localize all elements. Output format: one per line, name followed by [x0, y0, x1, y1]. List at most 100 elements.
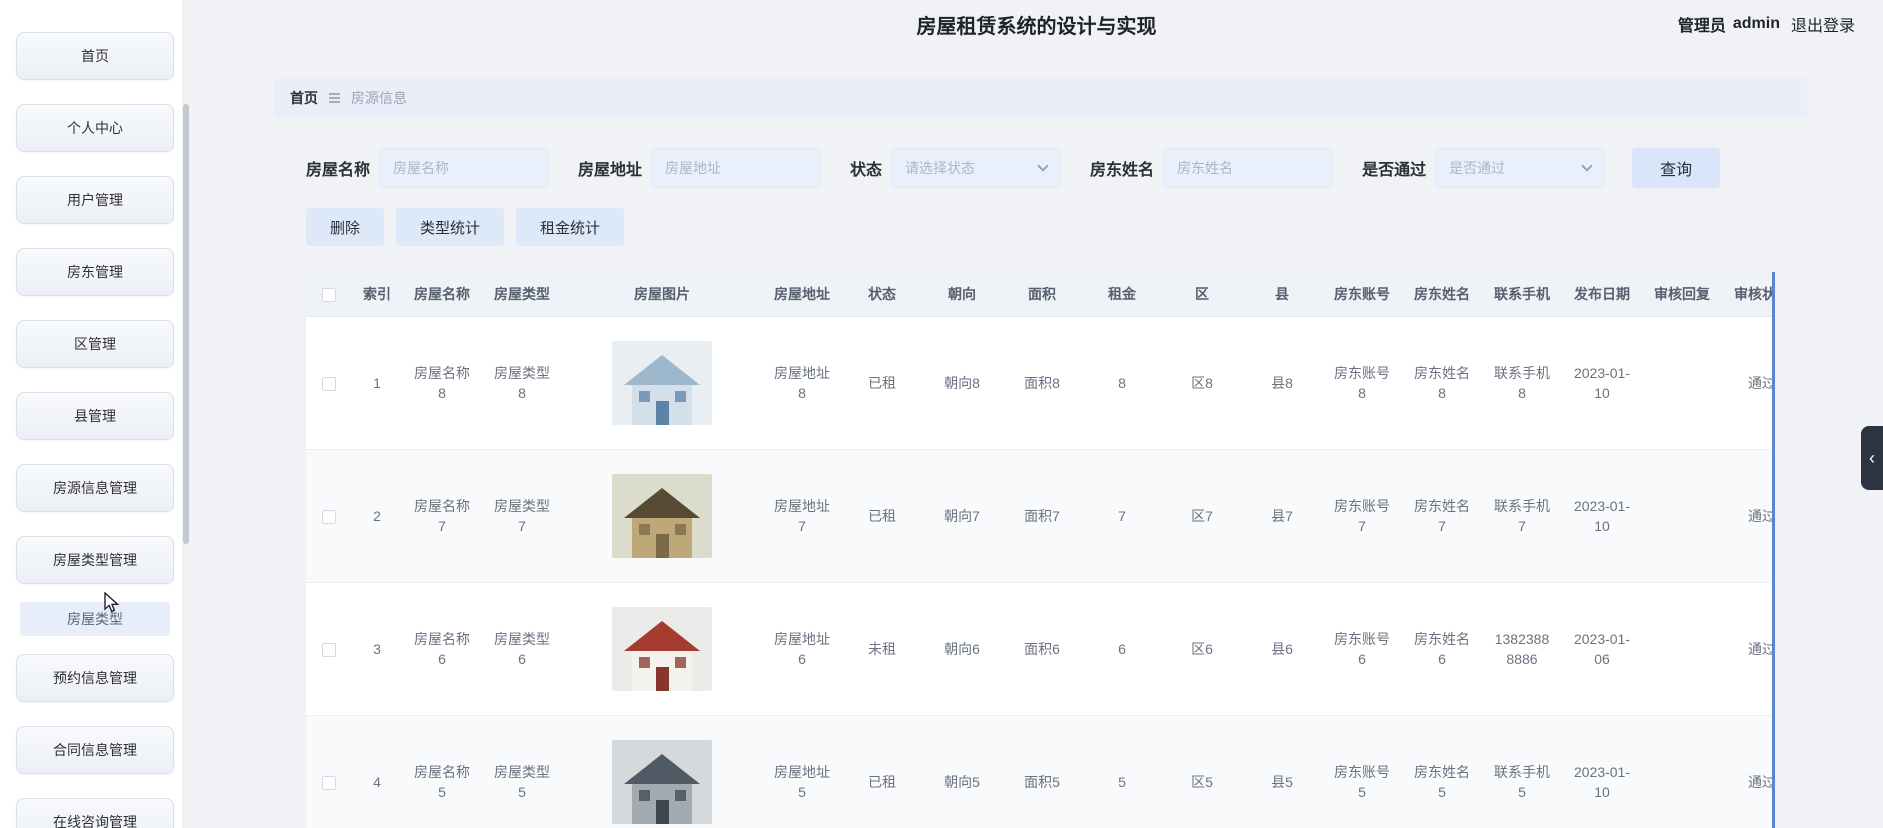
cell-county: 县5 — [1242, 715, 1322, 828]
cell-audit: 通过 — [1722, 582, 1775, 716]
sidebar: 首页个人中心用户管理房东管理区管理县管理房源信息管理 房屋类型管理房屋类型预约信息… — [0, 0, 190, 828]
row-select-cell — [306, 715, 352, 828]
house-name-input[interactable] — [380, 148, 549, 188]
breadcrumb: 首页 房源信息 — [274, 78, 1807, 118]
search-button[interactable]: 查询 — [1632, 148, 1721, 188]
username: admin — [1732, 15, 1780, 32]
breadcrumb-home[interactable]: 首页 — [290, 88, 318, 108]
cell-index: 1 — [352, 316, 402, 450]
sidebar-item[interactable]: 用户管理 — [16, 176, 174, 224]
panel-collapse-handle[interactable]: ‹ — [1861, 426, 1883, 490]
table-row: 2 房屋名称7 房屋类型7 房屋地址7 已租 朝向7 面积7 7 区7 县7 房东账号7 房东姓名7 联… — [306, 449, 1775, 583]
sidebar-scrollbar[interactable] — [182, 0, 190, 828]
sidebar-item[interactable]: 房东管理 — [16, 248, 174, 296]
page-title: 房屋租赁系统的设计与实现 — [916, 15, 1157, 38]
cell-name: 房屋名称7 — [402, 449, 482, 583]
column-header: 状态 — [842, 272, 922, 317]
filter-group-house-address: 房屋地址 — [578, 148, 821, 188]
content: 首页 房源信息 房屋名称 房屋地址 状态 — [274, 78, 1807, 828]
filter-group-house-name: 房屋名称 — [306, 148, 549, 188]
column-header: 房东账号 — [1322, 272, 1402, 317]
pass-select[interactable]: 是否通过 — [1436, 148, 1605, 188]
status-select[interactable]: 请选择状态 — [892, 148, 1061, 188]
cell-index: 3 — [352, 582, 402, 716]
cell-audit: 通过 — [1722, 316, 1775, 450]
rent-stats-button[interactable]: 租金统计 — [516, 208, 625, 246]
cell-district: 区5 — [1162, 715, 1242, 828]
table-body: 1 房屋名称8 房屋类型8 房屋地址8 已租 朝向8 面积8 8 区8 县8 房东账号8 房东姓名8 联… — [306, 316, 1775, 828]
sidebar-subitem-active[interactable]: 房屋类型 — [20, 602, 170, 636]
logout-link[interactable]: 退出登录 — [1791, 12, 1855, 36]
content-inner: 房屋名称 房屋地址 状态 请选择状态 — [306, 148, 1775, 828]
cell-orientation: 朝向5 — [922, 715, 1002, 828]
cell-account: 房东账号6 — [1322, 582, 1402, 716]
landlord-name-label: 房东姓名 — [1090, 162, 1155, 179]
row-select-cell — [306, 582, 352, 716]
breadcrumb-current: 房源信息 — [351, 90, 407, 106]
cell-status: 已租 — [842, 449, 922, 583]
row-select-cell — [306, 316, 352, 450]
cell-area: 面积8 — [1002, 316, 1082, 450]
cell-orientation: 朝向8 — [922, 316, 1002, 450]
cell-district: 区8 — [1162, 316, 1242, 450]
main-area: 房屋租赁系统的设计与实现 管理员 admin 退出登录 首页 房源信息 房屋名称 — [190, 0, 1883, 828]
landlord-name-input[interactable] — [1164, 148, 1333, 188]
sidebar-nav: 首页个人中心用户管理房东管理区管理县管理房源信息管理 房屋类型管理房屋类型预约信息… — [0, 0, 190, 828]
house-image — [612, 473, 712, 558]
table-row: 4 房屋名称5 房屋类型5 房屋地址5 已租 朝向5 面积5 5 区5 县5 房东账号5 房东姓名5 联… — [306, 715, 1775, 828]
app: 首页 个人中心 用户管理 房东管理 区管理 县管理 房源信息管理 房屋类型管理 房屋类型 预约信息… — [0, 0, 1883, 828]
sidebar-item[interactable]: 在线咨询管理 — [16, 798, 174, 828]
table-container: 索引 房屋名称 房屋类型 房屋图片 房屋地址 状态 朝向 面积 租金区县房东账号 房东姓名 联系手机… — [306, 272, 1775, 828]
sidebar-scrollbar-thumb[interactable] — [183, 104, 189, 544]
sidebar-item[interactable]: 合同信息管理 — [16, 726, 174, 774]
row-checkbox[interactable] — [322, 642, 336, 657]
cell-area: 面积7 — [1002, 449, 1082, 583]
filter-group-status: 状态 请选择状态 — [850, 148, 1061, 188]
chevron-left-icon: ‹ — [1869, 448, 1875, 468]
cell-type: 房屋类型7 — [482, 449, 562, 583]
column-header: 发布日期 — [1562, 272, 1642, 317]
sidebar-item[interactable]: 区管理 — [16, 320, 174, 368]
row-checkbox[interactable] — [322, 775, 336, 790]
house-address-input[interactable] — [652, 148, 821, 188]
column-header: 索引 — [352, 272, 402, 317]
sidebar-item[interactable]: 房屋类型管理 — [16, 536, 174, 584]
sidebar-item[interactable]: 个人中心 — [16, 104, 174, 152]
data-table: 索引 房屋名称 房屋类型 房屋图片 房屋地址 状态 朝向 面积 租金区县房东账号 房东姓名 联系手机… — [306, 272, 1775, 828]
house-image — [612, 739, 712, 824]
cell-county: 县6 — [1242, 582, 1322, 716]
table-row: 3 房屋名称6 房屋类型6 房屋地址6 未租 朝向6 面积6 6 区6 县6 房东账号6 房东姓名6 1… — [306, 582, 1775, 716]
cell-status: 已租 — [842, 316, 922, 450]
house-image-cell — [562, 582, 762, 716]
cell-phone: 联系手机5 — [1482, 715, 1562, 828]
sidebar-item[interactable]: 房源信息管理 — [16, 464, 174, 512]
chevron-down-icon — [1037, 159, 1049, 172]
row-checkbox[interactable] — [322, 509, 336, 524]
column-header: 房屋类型 — [482, 272, 562, 317]
column-header: 租金 — [1082, 272, 1162, 317]
cell-index: 4 — [352, 715, 402, 828]
cell-landlord: 房东姓名7 — [1402, 449, 1482, 583]
house-address-label: 房屋地址 — [578, 162, 643, 179]
cell-account: 房东账号7 — [1322, 449, 1402, 583]
column-header: 朝向 — [922, 272, 1002, 317]
row-checkbox[interactable] — [322, 376, 336, 391]
cell-account: 房东账号8 — [1322, 316, 1402, 450]
sidebar-item[interactable]: 县管理 — [16, 392, 174, 440]
column-header: 审核回复 — [1642, 272, 1722, 317]
column-header: 房东姓名 — [1402, 272, 1482, 317]
column-header: 区 — [1162, 272, 1242, 317]
cell-phone: 联系手机7 — [1482, 449, 1562, 583]
cell-type: 房屋类型6 — [482, 582, 562, 716]
sidebar-item[interactable]: 首页 — [16, 32, 174, 80]
cell-rent: 6 — [1082, 582, 1162, 716]
chevron-down-icon — [1581, 159, 1593, 172]
select-all-checkbox[interactable] — [322, 287, 336, 302]
cell-audit: 通过 — [1722, 449, 1775, 583]
column-header: 联系手机 — [1482, 272, 1562, 317]
cell-date: 2023-01-06 — [1562, 582, 1642, 716]
column-header: 房屋图片 — [562, 272, 762, 317]
type-stats-button[interactable]: 类型统计 — [396, 208, 505, 246]
sidebar-item[interactable]: 预约信息管理 — [16, 654, 174, 702]
delete-button[interactable]: 删除 — [306, 208, 385, 246]
